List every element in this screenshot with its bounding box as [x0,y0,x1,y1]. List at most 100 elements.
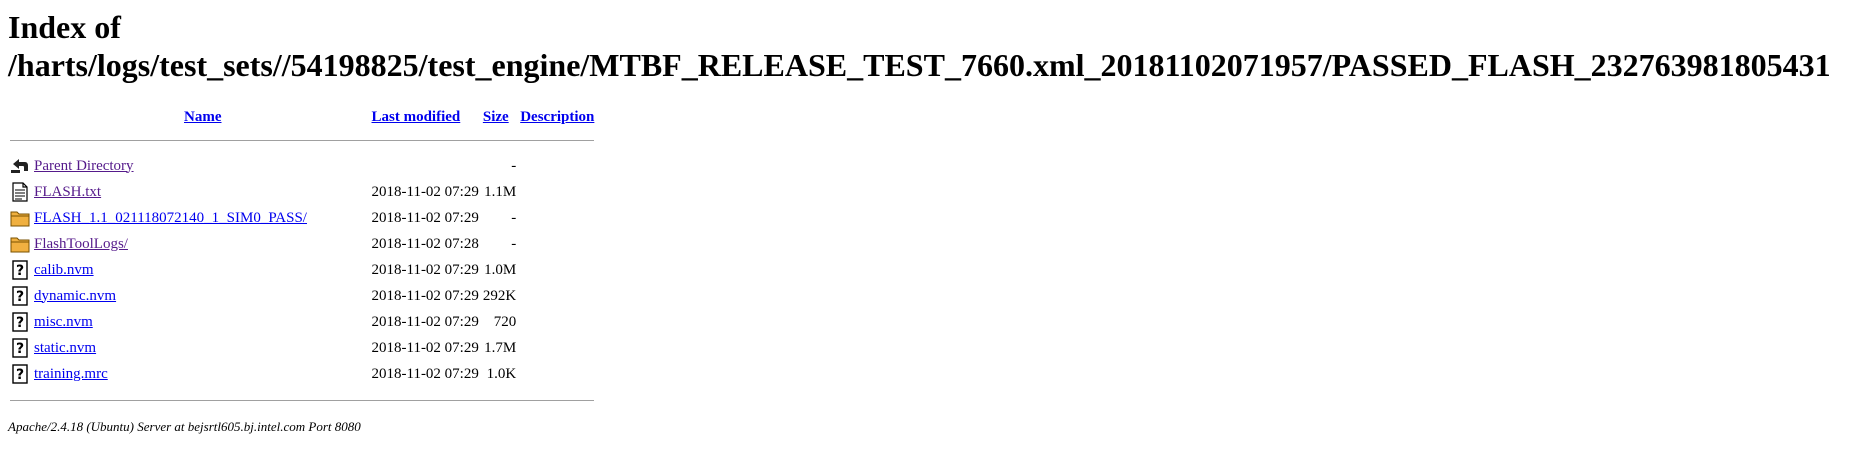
row-modified-cell: 2018-11-02 07:29 [371,209,479,226]
file-link[interactable]: misc.nvm [34,314,93,330]
row-modified-cell: 2018-11-02 07:29 [371,183,479,200]
row-description-cell [520,205,594,231]
table-row: FLASH_1.1_021118072140_1_SIM0_PASS/2018-… [10,205,594,231]
row-description-cell [520,361,594,387]
text-file-icon [10,182,30,202]
row-size-cell: 1.7M [484,339,517,356]
unknown-file-icon: ? [10,260,30,280]
svg-text:?: ? [16,263,24,279]
row-description-cell [520,153,594,179]
table-row: ? misc.nvm 2018-11-02 07:29 720 [10,309,594,335]
row-icon-cell [10,153,34,179]
row-size-cell: 1.0M [484,261,517,278]
table-row: FLASH.txt 2018-11-02 07:29 1.1M [10,179,594,205]
row-icon-cell [10,179,34,205]
row-modified-cell: 2018-11-02 07:29 [371,287,479,304]
row-description-cell [520,231,594,257]
row-name-cell: calib.nvm [34,257,372,283]
file-link[interactable]: dynamic.nvm [34,288,116,304]
header-separator [10,127,595,153]
row-size-cell: - [511,209,517,226]
row-description-cell [520,257,594,283]
separator-cell [10,387,595,413]
header-icon-cell [10,107,34,127]
row-icon-cell: ? [10,257,34,283]
sort-by-size-link[interactable]: Size [483,109,509,125]
row-name-cell: training.mrc [34,361,372,387]
row-size-cell: 720 [493,313,517,330]
header-description-cell: Description [520,107,594,127]
row-name-cell: FLASH.txt [34,179,372,205]
row-name-cell: static.nvm [34,335,372,361]
row-icon-cell: ? [10,361,34,387]
separator-line [10,399,595,401]
table-row: ? dynamic.nvm 2018-11-02 07:29 292K [10,283,594,309]
folder-icon [10,234,30,254]
svg-text:?: ? [16,367,24,383]
file-link[interactable]: calib.nvm [34,262,94,278]
row-description-cell [520,335,594,361]
row-icon-cell: ? [10,309,34,335]
table-row: FlashToolLogs/2018-11-02 07:28 - [10,231,594,257]
separator-cell [10,127,595,153]
table-row: ? static.nvm 2018-11-02 07:29 1.7M [10,335,594,361]
unknown-file-icon: ? [10,286,30,306]
row-description-cell [520,309,594,335]
header-size-cell: Size [483,107,520,127]
server-signature: Apache/2.4.18 (Ubuntu) Server at bejsrtl… [8,419,361,434]
table-header-row: Name Last modified Size Description [10,107,594,127]
footer-separator [10,387,595,413]
svg-text:?: ? [16,289,24,305]
file-link[interactable]: FLASH.txt [34,184,101,200]
row-size-cell: - [511,157,517,174]
table-row: Parent Directory - [10,153,594,179]
row-modified-cell: 2018-11-02 07:29 [371,313,479,330]
header-name-cell: Name [34,107,372,127]
sort-by-last-modified-link[interactable]: Last modified [372,109,461,125]
row-description-cell [520,283,594,309]
unknown-file-icon: ? [10,312,30,332]
sort-by-name-link[interactable]: Name [184,109,222,125]
row-name-cell: FlashToolLogs/ [34,231,372,257]
row-icon-cell [10,231,34,257]
back-icon [10,156,30,176]
row-icon-cell [10,205,34,231]
row-size-cell: 1.1M [484,183,517,200]
row-description-cell [520,179,594,205]
row-modified-cell: 2018-11-02 07:29 [371,261,479,278]
row-icon-cell: ? [10,283,34,309]
file-listing-table: Name Last modified Size Description Pare… [10,107,595,413]
file-rows: Parent Directory - FLASH.txt 2018-11-02 07:… [10,153,594,387]
row-modified-cell [372,153,483,179]
file-link[interactable]: training.mrc [34,366,108,382]
page-title: Index of /harts/logs/test_sets//54198825… [8,8,1856,84]
file-link[interactable]: static.nvm [34,340,96,356]
header-modified-cell: Last modified [372,107,483,127]
svg-text:?: ? [16,341,24,357]
page-title-line1: Index of [8,9,121,45]
directory-listing-page: Index of /harts/logs/test_sets//54198825… [0,0,1856,435]
folder-icon [10,208,30,228]
separator-line [10,139,595,141]
row-name-cell: Parent Directory [34,153,372,179]
row-modified-cell: 2018-11-02 07:29 [371,365,479,382]
row-size-cell: 1.0K [486,365,517,382]
row-size-cell: - [511,235,517,252]
row-name-cell: misc.nvm [34,309,372,335]
svg-text:?: ? [16,315,24,331]
row-size-cell: 292K [482,287,517,304]
file-link[interactable]: FLASH_1.1_021118072140_1_SIM0_PASS/ [34,210,307,226]
file-link[interactable]: FlashToolLogs/ [34,236,128,252]
row-icon-cell: ? [10,335,34,361]
unknown-file-icon: ? [10,364,30,384]
row-modified-cell: 2018-11-02 07:28 [371,235,479,252]
sort-by-description-link[interactable]: Description [520,109,594,125]
table-row: ? calib.nvm 2018-11-02 07:29 1.0M [10,257,594,283]
table-row: ? training.mrc 2018-11-02 07:29 1.0K [10,361,594,387]
row-name-cell: FLASH_1.1_021118072140_1_SIM0_PASS/ [34,205,372,231]
file-link[interactable]: Parent Directory [34,158,134,174]
unknown-file-icon: ? [10,338,30,358]
page-title-path: /harts/logs/test_sets//54198825/test_eng… [8,47,1831,83]
row-modified-cell: 2018-11-02 07:29 [371,339,479,356]
row-name-cell: dynamic.nvm [34,283,372,309]
